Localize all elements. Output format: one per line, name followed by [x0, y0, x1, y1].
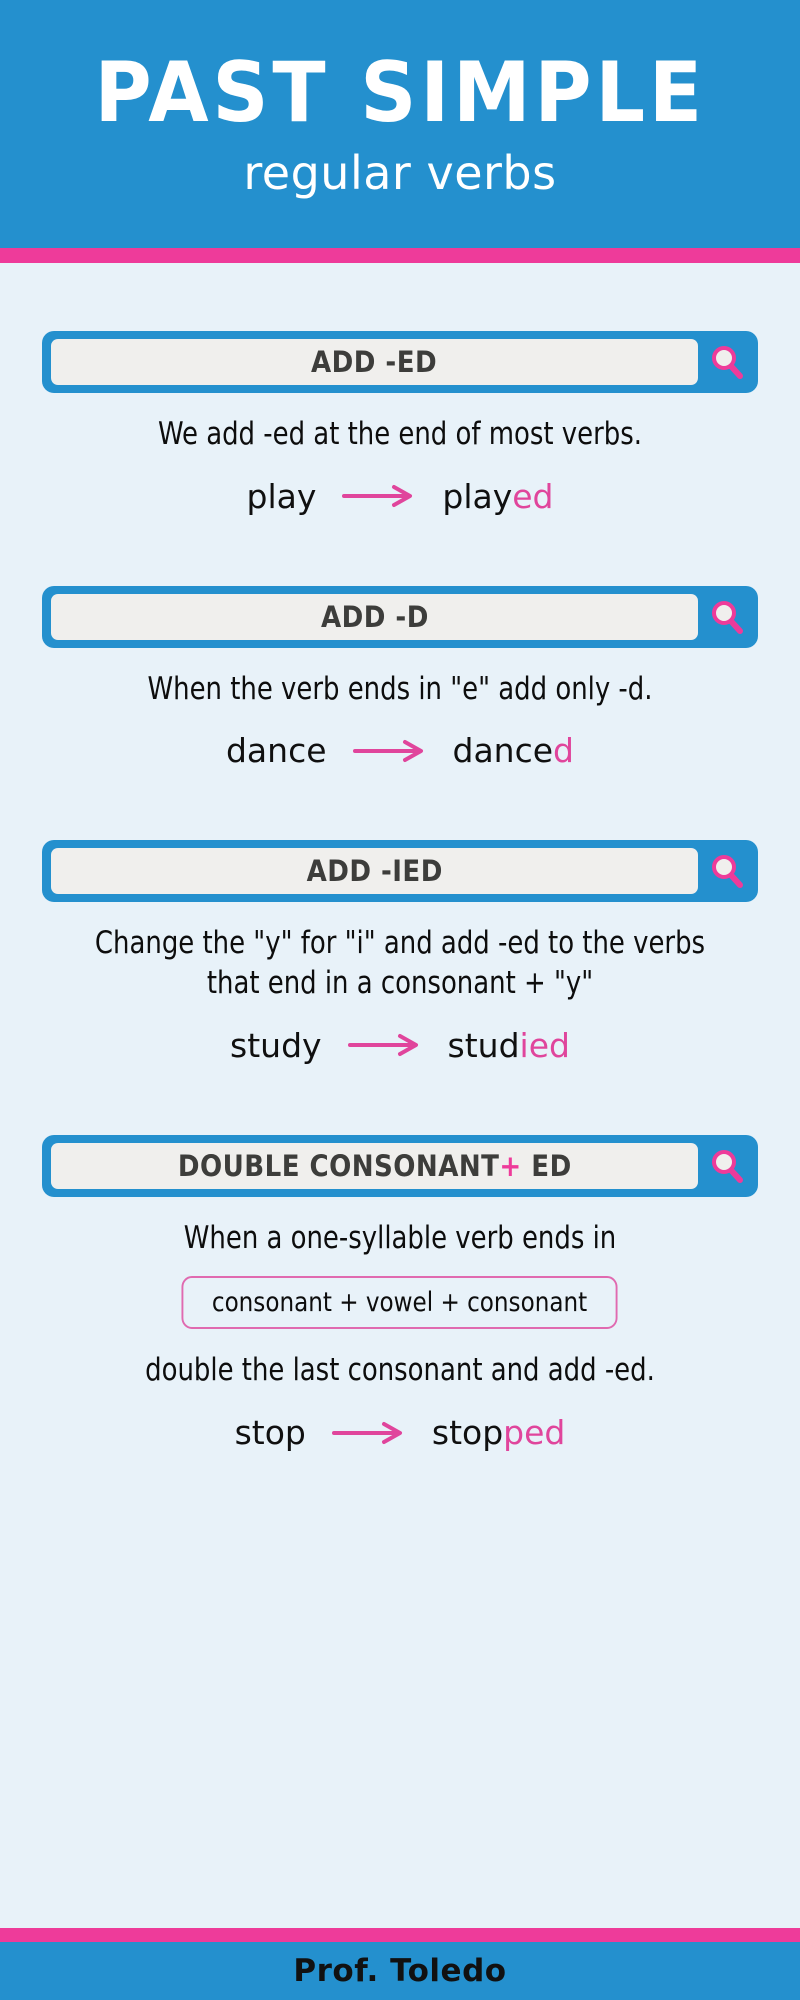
rule-description: When the verb ends in "e" add only -d. [147, 670, 653, 707]
example-past-form: played [442, 477, 553, 516]
example-suffix: d [553, 731, 574, 771]
magnifier-icon[interactable] [704, 848, 750, 894]
magnifier-icon[interactable] [704, 594, 750, 640]
rule-example: dance danced [42, 731, 758, 770]
rule-title-field[interactable]: ADD -D [51, 593, 698, 640]
example-past-form: studied [448, 1026, 570, 1065]
rule-example: study studied [42, 1026, 758, 1065]
example-past-form: danced [453, 731, 574, 770]
rule-section-add-ied: ADD -IED Change the "y" for "i" and add … [0, 840, 800, 1065]
magnifier-icon[interactable] [704, 339, 750, 385]
rule-title-plus: + [499, 1148, 522, 1183]
arrow-right-icon [331, 1421, 406, 1445]
rule-title-label: ADD -D [320, 599, 429, 634]
example-stem: stud [447, 1025, 520, 1065]
rule-title-label: ADD -IED [306, 854, 443, 889]
arrow-right-icon [352, 739, 427, 763]
header-pink-divider [0, 248, 800, 263]
header-banner: PAST SIMPLE regular verbs [0, 0, 800, 248]
rule-header-bar[interactable]: DOUBLE CONSONANT+ ED [42, 1134, 758, 1197]
rule-title-field[interactable]: ADD -IED [51, 848, 698, 895]
rule-header-bar[interactable]: ADD -ED [42, 331, 758, 393]
rule-title-field[interactable]: ADD -ED [51, 339, 698, 385]
rule-section-double-consonant: DOUBLE CONSONANT+ ED When a one-syllable… [0, 1134, 800, 1452]
magnifier-icon[interactable] [704, 1143, 750, 1189]
rule-section-add-d: ADD -D When the verb ends in "e" add onl… [0, 585, 800, 770]
rule-title-tail: ED [521, 1148, 572, 1183]
footer-banner: Prof. Toledo [0, 1942, 800, 2000]
rule-title-label: ADD -ED [311, 345, 438, 379]
rule-description-second: double the last consonant and add -ed. [145, 1352, 655, 1389]
rules-content: ADD -ED We add -ed at the end of most ve… [0, 263, 800, 1928]
rule-section-add-ed: ADD -ED We add -ed at the end of most ve… [0, 331, 800, 516]
rule-description: We add -ed at the end of most verbs. [158, 416, 642, 452]
example-base-verb: dance [225, 731, 327, 771]
example-stem: stop [431, 1413, 504, 1453]
arrow-right-icon [342, 484, 416, 508]
example-past-form: stopped [432, 1413, 565, 1452]
cvc-formula-box: consonant + vowel + consonant [181, 1276, 619, 1330]
example-base-verb: study [230, 1025, 322, 1065]
example-suffix: ed [512, 476, 554, 516]
rule-description: Change the "y" for "i" and add -ed to th… [94, 925, 706, 1002]
example-stem: play [442, 476, 513, 516]
author-credit: Prof. Toledo [293, 1953, 507, 1989]
example-suffix: ped [503, 1413, 566, 1453]
cvc-box-row: consonant + vowel + consonant [42, 1276, 758, 1330]
example-stem: dance [452, 731, 554, 771]
rule-description: When a one-syllable verb ends in [183, 1219, 617, 1256]
rule-title-field[interactable]: DOUBLE CONSONANT+ ED [51, 1142, 698, 1189]
example-base-verb: play [246, 476, 317, 516]
infographic-page: PAST SIMPLE regular verbs ADD -ED We add… [0, 0, 800, 2000]
example-base-verb: stop [234, 1413, 306, 1453]
example-suffix: ied [519, 1025, 570, 1065]
arrow-right-icon [347, 1033, 422, 1057]
footer-pink-divider [0, 1928, 800, 1942]
page-subtitle: regular verbs [243, 146, 557, 201]
rule-header-bar[interactable]: ADD -IED [42, 840, 758, 903]
rule-title-label: DOUBLE CONSONANT+ ED [178, 1149, 572, 1183]
page-title: PAST SIMPLE [94, 43, 706, 141]
rule-header-bar[interactable]: ADD -D [42, 585, 758, 648]
rule-example: play played [42, 477, 758, 516]
rule-title-main: DOUBLE CONSONANT [177, 1148, 500, 1183]
rule-example: stop stopped [42, 1413, 758, 1452]
